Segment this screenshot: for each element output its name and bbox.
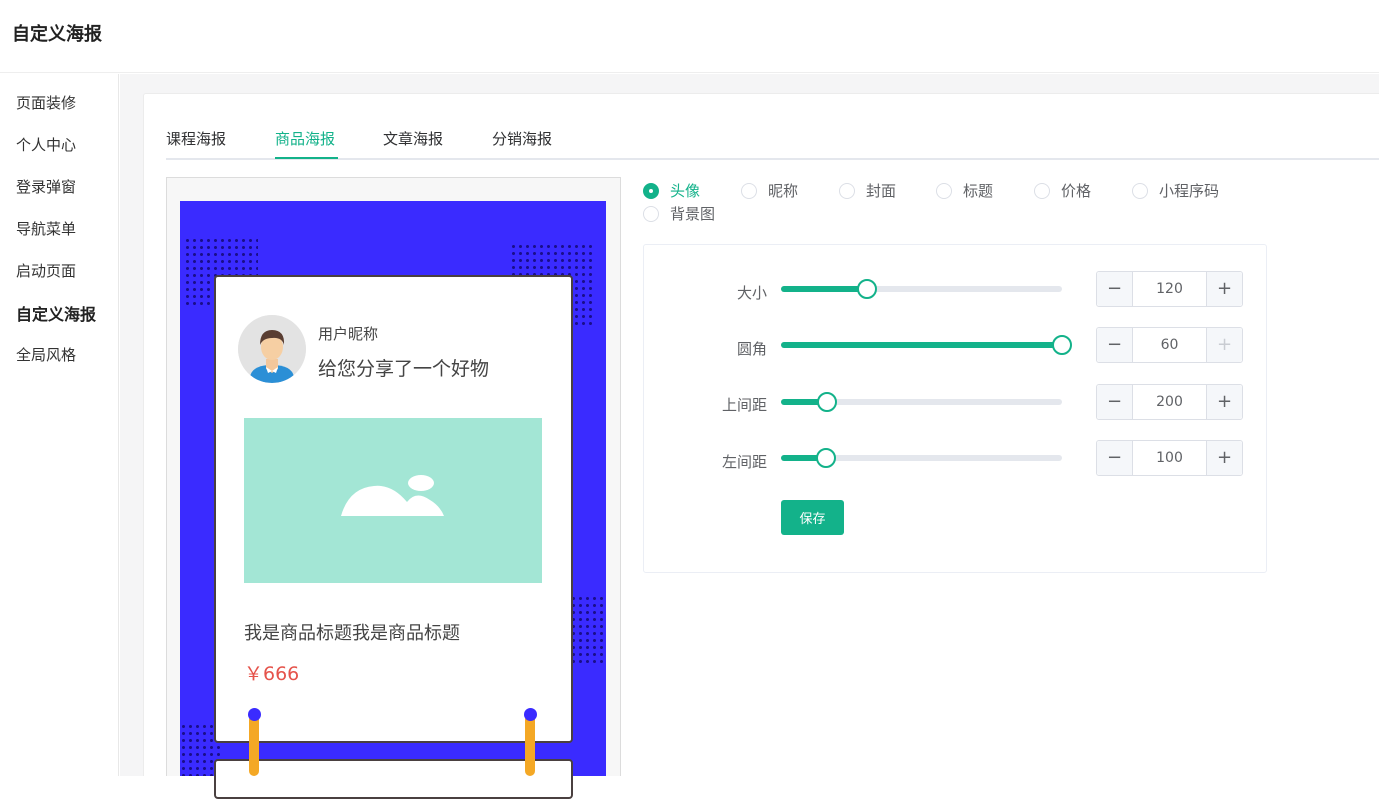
rope-knob-right (524, 708, 537, 721)
poster-tabs: 课程海报 商品海报 文章海报 分销海报 (166, 128, 1379, 160)
size-slider[interactable] (781, 279, 1062, 299)
poster-share-text: 给您分享了一个好物 (318, 358, 490, 380)
dot-pattern-decoration (570, 595, 606, 667)
slider-handle[interactable] (815, 448, 836, 468)
sidebar-item-launch-page[interactable]: 启动页面 (16, 260, 76, 281)
radio-cover[interactable]: 封面 (839, 180, 896, 201)
left-spacing-slider[interactable] (781, 448, 1062, 468)
size-input[interactable] (1133, 272, 1206, 306)
radio-circle (839, 182, 855, 199)
decrement-button[interactable]: − (1097, 328, 1133, 362)
radio-circle (1034, 182, 1050, 199)
rope-knob-left (248, 708, 261, 721)
poster-goods-title[interactable]: 我是商品标题我是商品标题 (244, 619, 460, 645)
increment-button[interactable]: + (1206, 272, 1242, 306)
radio-nickname[interactable]: 昵称 (741, 180, 798, 201)
sidebar-item-login-popup[interactable]: 登录弹窗 (16, 176, 76, 197)
page-title: 自定义海报 (12, 24, 102, 45)
top-spacing-label: 上间距 (721, 396, 767, 414)
hanging-rope-right (525, 714, 535, 776)
left-spacing-stepper[interactable]: − + (1096, 440, 1243, 476)
image-placeholder-icon (341, 475, 444, 516)
radio-background-image[interactable]: 背景图 (643, 203, 715, 224)
top-spacing-slider[interactable] (781, 392, 1062, 412)
radio-title[interactable]: 标题 (936, 180, 993, 201)
radio-mini-program-code[interactable]: 小程序码 (1132, 180, 1219, 201)
poster-cover-image[interactable] (244, 418, 542, 583)
avatar[interactable] (238, 315, 306, 383)
sidebar-item-nav-menu[interactable]: 导航菜单 (16, 218, 76, 239)
sidebar-item-page-decoration[interactable]: 页面装修 (16, 92, 76, 113)
radio-price[interactable]: 价格 (1034, 180, 1091, 201)
radio-circle (741, 182, 757, 199)
slider-fill (781, 286, 868, 292)
radio-avatar[interactable]: 头像 (643, 180, 700, 201)
slider-handle[interactable] (816, 392, 837, 412)
increment-button[interactable]: + (1206, 328, 1242, 362)
slider-handle[interactable] (1052, 335, 1072, 355)
sidebar-item-custom-poster[interactable]: 自定义海报 (16, 301, 96, 325)
radio-circle (643, 205, 659, 222)
poster-card-bottom (214, 759, 573, 799)
poster-nickname[interactable]: 用户昵称 (318, 323, 378, 344)
hanging-rope-left (249, 714, 259, 776)
avatar-person-icon (238, 315, 306, 383)
size-label: 大小 (736, 284, 767, 302)
radius-input[interactable] (1133, 328, 1206, 362)
radio-circle (936, 182, 952, 199)
slider-fill (781, 342, 1062, 348)
tab-article-poster[interactable]: 文章海报 (383, 128, 443, 157)
increment-button[interactable]: + (1206, 441, 1242, 475)
decrement-button[interactable]: − (1097, 272, 1133, 306)
left-spacing-label: 左间距 (721, 453, 767, 471)
top-bar: 自定义海报 (0, 0, 1379, 73)
size-stepper[interactable]: − + (1096, 271, 1243, 307)
radius-stepper[interactable]: − + (1096, 327, 1243, 363)
radio-circle (643, 182, 659, 199)
tab-goods-poster[interactable]: 商品海报 (275, 128, 335, 157)
sidebar-item-global-style[interactable]: 全局风格 (16, 344, 76, 365)
decrement-button[interactable]: − (1097, 385, 1133, 419)
sidebar: 页面装修 个人中心 登录弹窗 导航菜单 启动页面 自定义海报 全局风格 (0, 74, 119, 776)
poster-goods-price[interactable]: ￥666 (244, 659, 299, 686)
top-spacing-stepper[interactable]: − + (1096, 384, 1243, 420)
left-spacing-input[interactable] (1133, 441, 1206, 475)
radius-slider[interactable] (781, 335, 1072, 355)
radius-label: 圆角 (736, 340, 767, 358)
active-tab-indicator (275, 157, 338, 159)
tab-distribution-poster[interactable]: 分销海报 (492, 128, 552, 157)
save-button[interactable]: 保存 (781, 500, 844, 535)
sidebar-item-personal-center[interactable]: 个人中心 (16, 134, 76, 155)
tab-course-poster[interactable]: 课程海报 (166, 128, 226, 157)
increment-button[interactable]: + (1206, 385, 1242, 419)
top-spacing-input[interactable] (1133, 385, 1206, 419)
decrement-button[interactable]: − (1097, 441, 1133, 475)
radio-circle (1132, 182, 1148, 199)
